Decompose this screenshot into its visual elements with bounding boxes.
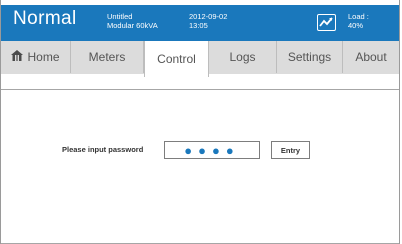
load-graph-icon[interactable] [317,14,336,31]
password-prompt: Please input password [62,145,144,154]
home-icon [11,50,24,64]
content-divider [1,89,399,90]
entry-button-label: Entry [280,145,301,155]
tab-control-label: Control [157,52,196,66]
tab-bar: Home Meters Control Logs Settings About [1,41,399,77]
tab-settings[interactable]: Settings [277,41,343,73]
tab-meters-label: Meters [88,50,126,64]
tab-logs-label: Logs [229,50,256,64]
password-field[interactable]: ●●●● [164,141,260,159]
date-text: 2012-09-02 [189,12,228,21]
load-info: Load : 40% [348,12,369,30]
status-header: Normal Untitled Modular 60kVA 2012-09-02… [1,5,399,41]
entry-button[interactable]: Entry [271,141,310,159]
device-model: Modular 60kVA [107,21,158,30]
tab-home-label: Home [27,50,60,64]
password-value: ●●●● [184,142,240,158]
status-text: Normal [13,8,77,29]
device-name: Untitled [107,12,133,21]
tab-about[interactable]: About [343,41,399,73]
datetime: 2012-09-02 13:05 [189,12,227,30]
tab-control[interactable]: Control [144,41,209,77]
load-value: 40% [348,21,364,30]
device-info: Untitled Modular 60kVA [107,12,158,30]
load-label: Load : [348,12,369,21]
tab-logs[interactable]: Logs [209,41,277,73]
tab-about-label: About [355,50,387,64]
time-text: 13:05 [189,21,208,30]
tab-meters[interactable]: Meters [71,41,144,73]
tab-home[interactable]: Home [1,41,71,73]
tab-settings-label: Settings [287,50,332,64]
